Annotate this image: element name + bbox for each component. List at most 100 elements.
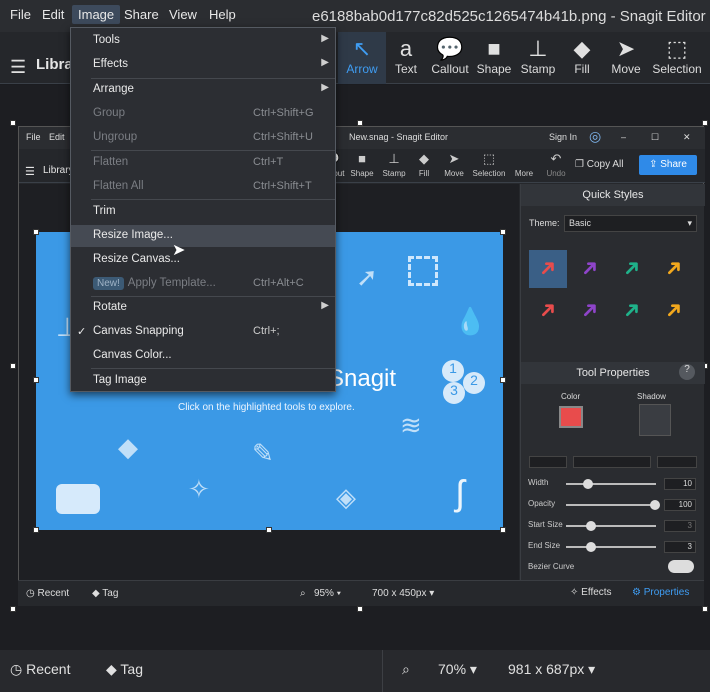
zoom-icon[interactable]: ⌕ [402,661,410,678]
tool-stamp[interactable]: ⊥ Stamp [514,32,562,84]
hamburger-icon[interactable]: ☰ [10,57,26,78]
divider [382,650,383,692]
number-steps-graphic: 1 [442,360,464,382]
move-graphic: ➚ [356,262,378,292]
inner-hamburger-icon: ☰ [25,166,35,178]
recent-button[interactable]: ◷ Recent [10,661,70,678]
number-steps-graphic: 2 [463,372,485,394]
eraser-graphic: ◆ [118,432,138,462]
line-style-select [573,456,651,468]
shadow-grid [639,404,671,436]
stamp-icon: ⊥ [528,36,548,61]
tool-text[interactable]: a Text [382,32,430,84]
line-end-select [657,456,697,468]
image-handle[interactable] [500,527,506,533]
resize-handle[interactable] [357,606,363,612]
image-handle[interactable] [500,377,506,383]
inner-recent: ◷ Recent [26,588,70,599]
menu-item-group[interactable]: Group Ctrl+Shift+G [71,103,335,125]
style-arrow-yellow: ➜ [658,294,690,326]
checkmark-icon: ✓ [77,326,87,338]
blur-graphic: ≋ [400,410,422,440]
menu-item-tag-image[interactable]: Tag Image [71,370,335,392]
tool-move[interactable]: ➤ Move [602,32,650,84]
tag-button[interactable]: ◆ Tag [106,661,143,678]
menu-item-flatten[interactable]: Flatten Ctrl+T [71,152,335,174]
tool-selection[interactable]: ⬚ Selection [650,32,704,84]
inner-zoom: ⌕ 95% ▾ [300,588,341,599]
tool-arrow[interactable]: ↖ Arrow [338,32,386,84]
width-slider: Width 10 [528,478,696,490]
resize-handle[interactable] [10,363,16,369]
chevron-right-icon: ▶ [321,82,329,93]
menu-edit[interactable]: Edit [42,7,64,22]
image-handle[interactable] [33,377,39,383]
image-subtitle: Click on the highlighted tools to explor… [178,402,355,413]
menu-item-resize-canvas[interactable]: Resize Canvas... [71,249,335,271]
zoom-select[interactable]: 70% ▾ [438,661,477,678]
menu-item-ungroup[interactable]: Ungroup Ctrl+Shift+U [71,127,335,149]
menu-item-flatten-all[interactable]: Flatten All Ctrl+Shift+T [71,176,335,198]
tool-callout[interactable]: 💬 Callout [426,32,474,84]
image-handle[interactable] [500,229,506,235]
menu-share[interactable]: Share [124,7,159,22]
mouse-cursor: ➤ [172,242,186,259]
chevron-right-icon: ▶ [321,300,329,311]
shape-icon: ■ [487,36,501,61]
text-icon: a [399,36,413,61]
menu-item-arrange[interactable]: Arrange ▶ [71,79,335,101]
menu-help[interactable]: Help [209,7,236,22]
inner-window-title: New.snag - Snagit Editor [349,132,449,142]
fill-icon: ◆ [573,36,591,61]
color-label: Color [561,392,581,401]
image-handle[interactable] [266,527,272,533]
menu-item-effects[interactable]: Effects ▶ [71,54,335,76]
theme-label: Theme: [529,218,560,228]
menu-item-rotate[interactable]: Rotate ▶ [71,297,335,319]
squiggle-graphic: ʃ [456,472,464,513]
tool-fill[interactable]: ◆ Fill [558,32,606,84]
inner-tool-more: More [514,169,534,178]
image-handle[interactable] [33,527,39,533]
selection-icon: ⬚ [666,36,688,61]
pen-graphic: ✎ [252,438,274,468]
inner-share-button: ⇪ Share [639,155,697,175]
magic-wand-graphic: ✧ [188,474,210,504]
menu-view[interactable]: View [169,7,197,22]
inner-sign-in: Sign In [549,132,578,142]
inner-size: 700 x 450px ▾ [372,588,435,599]
drop-graphic: 💧 [454,306,487,336]
move-icon: ➤ [616,36,636,61]
image-handle[interactable] [33,229,39,235]
image-menu: Tools ▶ Effects ▶ Arrange ▶ Group Ctrl+Shift… [70,27,336,392]
close-icon: ✕ [683,132,691,142]
resize-handle[interactable] [702,606,708,612]
menu-item-canvas-snapping[interactable]: ✓ Canvas Snapping Ctrl+; [71,321,335,343]
menu-item-canvas-color[interactable]: Canvas Color... [71,345,335,367]
shadow-label: Shadow [637,392,666,401]
end-size-slider: End Size 3 [528,541,696,553]
menu-item-apply-template[interactable]: New! Apply Template... Ctrl+Alt+C [71,273,335,295]
menu-item-trim[interactable]: Trim [71,201,335,223]
inner-tool-selection: ⬚ Selection [472,151,506,178]
resize-handle[interactable] [10,120,16,126]
arrow-icon: ↖ [352,36,372,61]
new-badge: New! [93,277,124,290]
maximize-icon: ☐ [651,132,660,142]
menu-file[interactable]: File [10,7,31,22]
inner-tag: ◆ Tag [92,588,119,599]
menu-item-tools[interactable]: Tools ▶ [71,30,335,52]
image-size-select[interactable]: 981 x 687px ▾ [508,661,595,678]
inner-tool-fill: ◆ Fill [418,151,430,178]
tool-shape[interactable]: ■ Shape [470,32,518,84]
menu-image[interactable]: Image [72,5,121,24]
tool-properties-title: Tool Properties [521,362,705,384]
start-size-slider: Start Size 3 [528,520,696,532]
selection-graphic [408,256,438,286]
resize-handle[interactable] [10,606,16,612]
chevron-right-icon: ▶ [321,33,329,44]
inner-library-label: Library [43,165,74,176]
inner-copy-all: ❐ Copy All [575,159,624,170]
inner-effects: ✧ Effects [570,587,612,598]
menu-item-resize-image[interactable]: Resize Image... [71,225,335,247]
